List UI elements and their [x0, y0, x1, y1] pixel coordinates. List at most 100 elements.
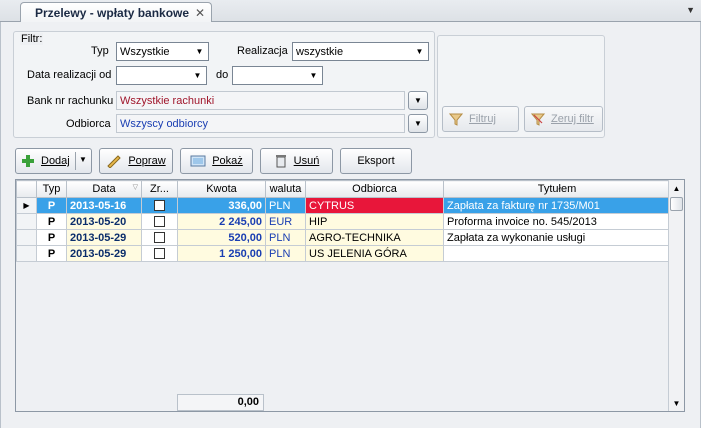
row-indicator-icon: ▶	[16, 197, 37, 214]
realizacja-select[interactable]: wszystkie ▼	[292, 42, 429, 61]
odbiorca-dropdown-button[interactable]: ▼	[408, 114, 428, 133]
close-icon[interactable]: ✕	[195, 6, 205, 20]
cell-kwota[interactable]: 1 250,00	[177, 245, 266, 262]
table-row[interactable]: P 2013-05-20 2 245,00 EUR HIP Proforma i…	[16, 213, 671, 230]
cell-data[interactable]: 2013-05-29	[66, 229, 142, 246]
chevron-down-icon: ▼	[195, 47, 204, 56]
zeruj-filtr-button[interactable]: Zeruj filtr	[524, 106, 603, 132]
table-row[interactable]: ▶ P 2013-05-16 336,00 PLN CYTRUS Zapłata…	[16, 197, 671, 214]
usun-button[interactable]: Usuń	[260, 148, 333, 174]
cell-zr[interactable]	[141, 197, 178, 214]
cell-odbiorca[interactable]: AGRO-TECHNIKA	[305, 229, 444, 246]
bank-label: Bank nr rachunku	[27, 95, 114, 107]
tab-menu-icon[interactable]: ▼	[686, 5, 695, 15]
dodaj-button[interactable]: Dodaj ▼	[15, 148, 92, 174]
sum-kwota: 0,00	[177, 394, 264, 411]
split-divider	[75, 152, 76, 170]
column-header-tytulem[interactable]: Tytułem	[443, 180, 671, 198]
typ-value: Wszystkie	[120, 45, 170, 58]
column-header-waluta[interactable]: waluta	[265, 180, 306, 198]
column-header-indicator	[16, 180, 37, 198]
cell-waluta[interactable]: PLN	[265, 229, 306, 246]
column-header-zr[interactable]: Zr...	[141, 180, 178, 198]
chevron-down-icon: ▼	[309, 71, 318, 80]
filtruj-label: Filtruj	[469, 113, 496, 125]
scroll-thumb[interactable]	[670, 197, 683, 211]
chevron-down-icon: ▼	[414, 119, 422, 128]
column-header-typ[interactable]: Typ	[36, 180, 67, 198]
cell-kwota[interactable]: 2 245,00	[177, 213, 266, 230]
cell-data[interactable]: 2013-05-20	[66, 213, 142, 230]
window: Przelewy - wpłaty bankowe ✕ ▼ Filtr: Typ…	[0, 0, 701, 428]
bank-value: Wszystkie rachunki	[120, 94, 215, 107]
date-from-label: Data realizacji od	[27, 69, 112, 81]
delete-icon	[275, 155, 286, 168]
popraw-button[interactable]: Popraw	[99, 148, 173, 174]
chevron-down-icon: ▼	[415, 47, 424, 56]
zeruj-filtr-label: Zeruj filtr	[551, 113, 594, 125]
cell-zr[interactable]	[141, 245, 178, 262]
checkbox[interactable]	[154, 248, 165, 260]
view-icon	[190, 155, 206, 167]
pencil-icon	[107, 155, 122, 168]
cell-tytulem[interactable]: Proforma invoice no. 545/2013	[443, 213, 671, 230]
checkbox[interactable]	[154, 232, 165, 244]
vertical-scrollbar[interactable]: ▲ ▼	[668, 180, 684, 411]
payments-grid[interactable]: Typ Data ▽ Zr... Kwota waluta Odbiorca T…	[15, 179, 685, 412]
date-to-field[interactable]: ▼	[232, 66, 323, 85]
cell-typ[interactable]: P	[36, 197, 67, 214]
cell-data[interactable]: 2013-05-29	[66, 245, 142, 262]
usun-label: Usuń	[293, 155, 320, 167]
table-row[interactable]: P 2013-05-29 1 250,00 PLN US JELENIA GÓR…	[16, 245, 671, 262]
cell-waluta[interactable]: PLN	[265, 197, 306, 214]
row-indicator	[16, 245, 37, 262]
filtruj-button[interactable]: Filtruj	[442, 106, 519, 132]
scroll-down-icon[interactable]: ▼	[669, 395, 684, 411]
tab-strip: Przelewy - wpłaty bankowe ✕ ▼	[0, 0, 701, 23]
cell-kwota[interactable]: 520,00	[177, 229, 266, 246]
cell-odbiorca[interactable]: HIP	[305, 213, 444, 230]
cell-zr[interactable]	[141, 213, 178, 230]
cell-typ[interactable]: P	[36, 229, 67, 246]
chevron-down-icon[interactable]: ▼	[79, 155, 87, 164]
bank-select[interactable]: Wszystkie rachunki	[116, 91, 405, 110]
bank-dropdown-button[interactable]: ▼	[408, 91, 428, 110]
plus-icon	[22, 155, 34, 167]
cell-typ[interactable]: P	[36, 213, 67, 230]
pokaz-button[interactable]: Pokaż	[180, 148, 253, 174]
odbiorca-select[interactable]: Wszyscy odbiorcy	[116, 114, 405, 133]
cell-waluta[interactable]: PLN	[265, 245, 306, 262]
cell-data[interactable]: 2013-05-16	[66, 197, 142, 214]
cell-zr[interactable]	[141, 229, 178, 246]
column-header-data-label: Data	[92, 183, 116, 195]
column-header-data[interactable]: Data ▽	[66, 180, 142, 198]
column-header-odbiorca[interactable]: Odbiorca	[305, 180, 444, 198]
table-header: Typ Data ▽ Zr... Kwota waluta Odbiorca T…	[16, 180, 671, 198]
cell-tytulem[interactable]	[443, 245, 671, 262]
cell-kwota[interactable]: 336,00	[177, 197, 266, 214]
checkbox[interactable]	[154, 216, 165, 228]
cell-odbiorca[interactable]: CYTRUS	[305, 197, 444, 214]
chevron-down-icon: ▼	[414, 96, 422, 105]
checkbox[interactable]	[154, 200, 165, 212]
cell-odbiorca[interactable]: US JELENIA GÓRA	[305, 245, 444, 262]
eksport-button[interactable]: Eksport	[340, 148, 412, 174]
column-header-kwota[interactable]: Kwota	[177, 180, 266, 198]
typ-select[interactable]: Wszystkie ▼	[116, 42, 209, 61]
realizacja-value: wszystkie	[296, 45, 344, 58]
payments-table: Typ Data ▽ Zr... Kwota waluta Odbiorca T…	[16, 180, 671, 262]
tab-przelewy[interactable]: Przelewy - wpłaty bankowe ✕	[20, 2, 213, 23]
scroll-up-icon[interactable]: ▲	[669, 180, 684, 196]
table-row[interactable]: P 2013-05-29 520,00 PLN AGRO-TECHNIKA Za…	[16, 229, 671, 246]
sort-icon: ▽	[132, 184, 138, 191]
cell-waluta[interactable]: EUR	[265, 213, 306, 230]
odbiorca-label: Odbiorca	[66, 118, 111, 130]
cell-tytulem[interactable]: Zapłata za wykonanie usługi	[443, 229, 671, 246]
chevron-down-icon: ▼	[193, 71, 202, 80]
date-from-field[interactable]: ▼	[116, 66, 207, 85]
funnel-clear-icon	[531, 113, 545, 126]
eksport-label: Eksport	[357, 155, 395, 167]
odbiorca-value: Wszyscy odbiorcy	[120, 117, 209, 130]
cell-tytulem[interactable]: Zapłata za fakturę nr 1735/M01	[443, 197, 671, 214]
cell-typ[interactable]: P	[36, 245, 67, 262]
